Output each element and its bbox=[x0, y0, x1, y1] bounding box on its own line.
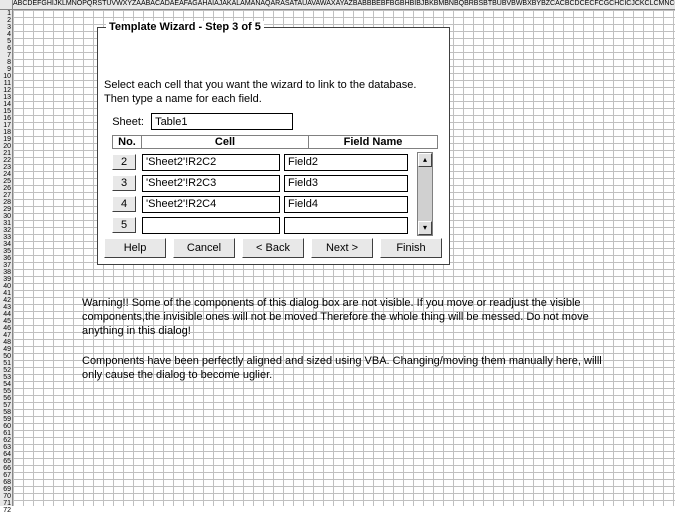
cell-input[interactable] bbox=[142, 175, 280, 192]
header-cell: Cell bbox=[142, 135, 309, 149]
warning-text-1: Warning!! Some of the components of this… bbox=[82, 296, 602, 338]
table-row: 2 bbox=[112, 152, 432, 172]
finish-button[interactable]: Finish bbox=[380, 238, 442, 258]
table-row: 4 bbox=[112, 194, 432, 214]
table-row: 5 bbox=[112, 215, 432, 235]
cell-input[interactable] bbox=[142, 154, 280, 171]
header-no: No. bbox=[112, 135, 142, 149]
wizard-dialog: Template Wizard - Step 3 of 5 Select eac… bbox=[97, 27, 450, 265]
help-button[interactable]: Help bbox=[104, 238, 166, 258]
corner bbox=[0, 0, 13, 10]
row-headers: 1234567891011121314151617181920212223242… bbox=[0, 10, 13, 506]
row-no: 4 bbox=[112, 196, 136, 212]
cell-input[interactable] bbox=[142, 217, 280, 234]
dialog-title: Template Wizard - Step 3 of 5 bbox=[106, 21, 264, 33]
field-name-input[interactable] bbox=[284, 196, 408, 213]
next-button[interactable]: Next > bbox=[311, 238, 373, 258]
row-no: 2 bbox=[112, 154, 136, 170]
table-row: 3 bbox=[112, 173, 432, 193]
cancel-button[interactable]: Cancel bbox=[173, 238, 235, 258]
field-name-input[interactable] bbox=[284, 175, 408, 192]
back-button[interactable]: < Back bbox=[242, 238, 304, 258]
scroll-up-icon[interactable]: ▴ bbox=[418, 153, 432, 167]
cell-input[interactable] bbox=[142, 196, 280, 213]
column-headers: ABCDEFGHIJKLMNOPQRSTUVWXYZAABACADAEAFAGA… bbox=[13, 0, 675, 10]
warning-text-2: Components have been perfectly aligned a… bbox=[82, 354, 602, 382]
sheet-label: Sheet: bbox=[104, 116, 144, 128]
field-name-input[interactable] bbox=[284, 217, 408, 234]
row-no: 3 bbox=[112, 175, 136, 191]
scrollbar[interactable]: ▴ ▾ bbox=[417, 152, 433, 236]
sheet-input[interactable] bbox=[151, 113, 293, 130]
row-no: 5 bbox=[112, 217, 136, 233]
field-name-input[interactable] bbox=[284, 154, 408, 171]
table-header: No. Cell Field Name bbox=[112, 135, 439, 149]
header-field: Field Name bbox=[309, 135, 438, 149]
scroll-down-icon[interactable]: ▾ bbox=[418, 221, 432, 235]
instruction-text: Select each cell that you want the wizar… bbox=[104, 78, 434, 106]
